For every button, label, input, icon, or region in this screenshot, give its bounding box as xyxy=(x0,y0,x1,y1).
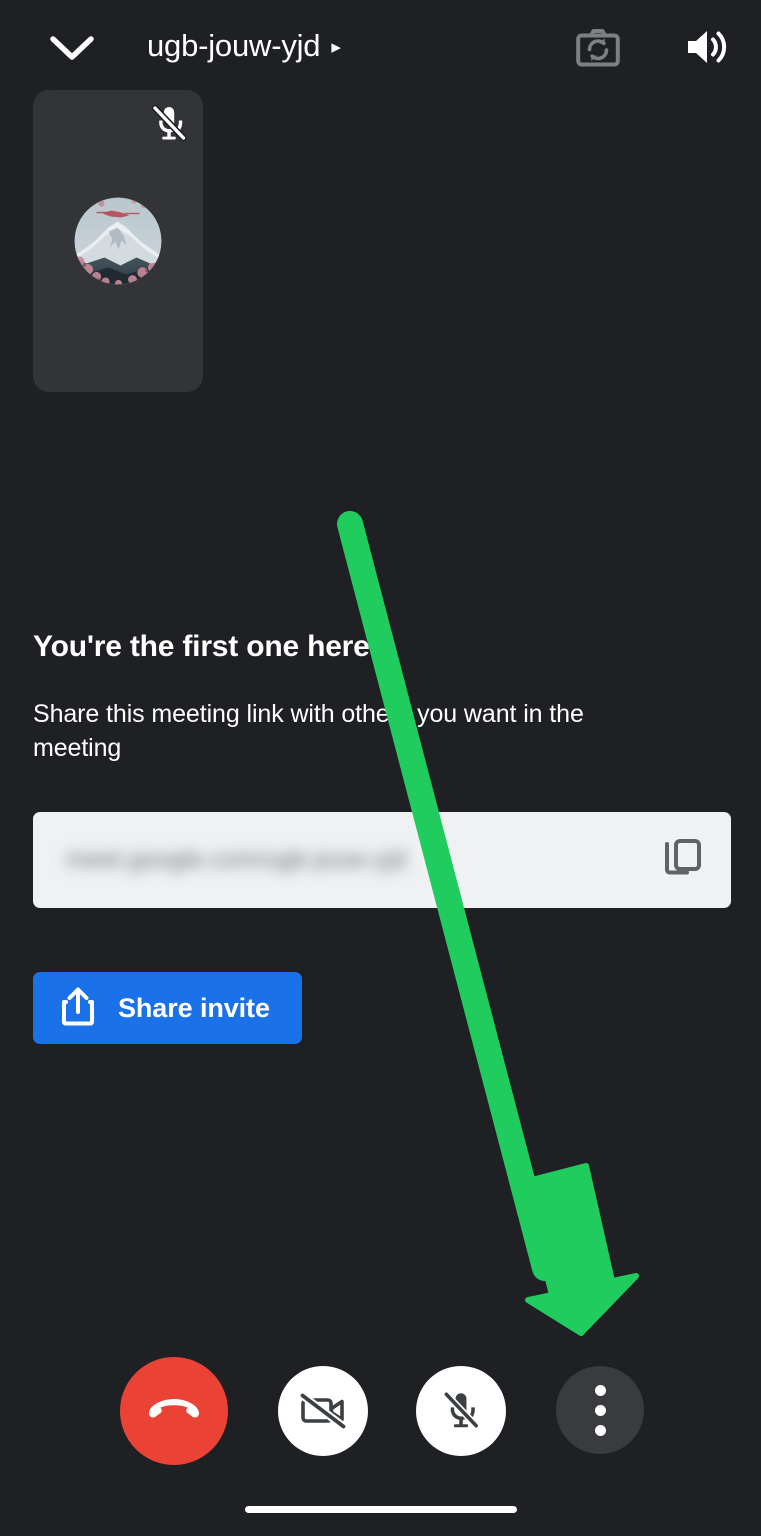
more-vertical-icon xyxy=(594,1384,606,1436)
share-invite-button[interactable]: Share invite xyxy=(33,972,302,1044)
phone-hangup-icon xyxy=(146,1395,202,1428)
meeting-code-button[interactable]: ugb-jouw-yjd ▸ xyxy=(147,28,341,64)
top-bar: ugb-jouw-yjd ▸ xyxy=(0,0,761,96)
call-controls-bar xyxy=(0,1356,761,1466)
mic-off-icon xyxy=(148,102,190,144)
meeting-link-field[interactable]: meet.google.com/ugb-jouw-yjd xyxy=(33,812,731,908)
share-invite-label: Share invite xyxy=(118,992,270,1023)
caret-right-icon: ▸ xyxy=(331,37,341,58)
collapse-button[interactable] xyxy=(44,24,100,76)
copy-link-button[interactable] xyxy=(657,834,709,886)
meeting-code-label: ugb-jouw-yjd xyxy=(147,28,321,63)
speaker-button[interactable] xyxy=(682,24,732,74)
more-options-button[interactable] xyxy=(556,1366,644,1454)
chevron-down-icon xyxy=(49,33,95,68)
mic-toggle-button[interactable] xyxy=(416,1366,506,1456)
mic-off-icon xyxy=(439,1387,483,1436)
switch-camera-button[interactable] xyxy=(574,26,622,74)
camera-off-icon xyxy=(298,1388,348,1435)
volume-up-icon xyxy=(684,26,730,73)
page-title: You're the first one here xyxy=(33,630,370,663)
meet-screen: ugb-jouw-yjd ▸ You're the first one here… xyxy=(0,0,761,1536)
user-avatar xyxy=(74,197,162,285)
camera-switch-icon xyxy=(576,28,620,72)
self-view-tile[interactable] xyxy=(33,90,203,392)
copy-icon xyxy=(663,837,703,884)
share-icon xyxy=(60,987,96,1030)
end-call-button[interactable] xyxy=(120,1357,228,1465)
home-indicator xyxy=(245,1506,517,1513)
page-subtitle: Share this meeting link with others you … xyxy=(33,700,584,762)
meeting-link-value: meet.google.com/ugb-jouw-yjd xyxy=(66,845,407,874)
camera-toggle-button[interactable] xyxy=(278,1366,368,1456)
